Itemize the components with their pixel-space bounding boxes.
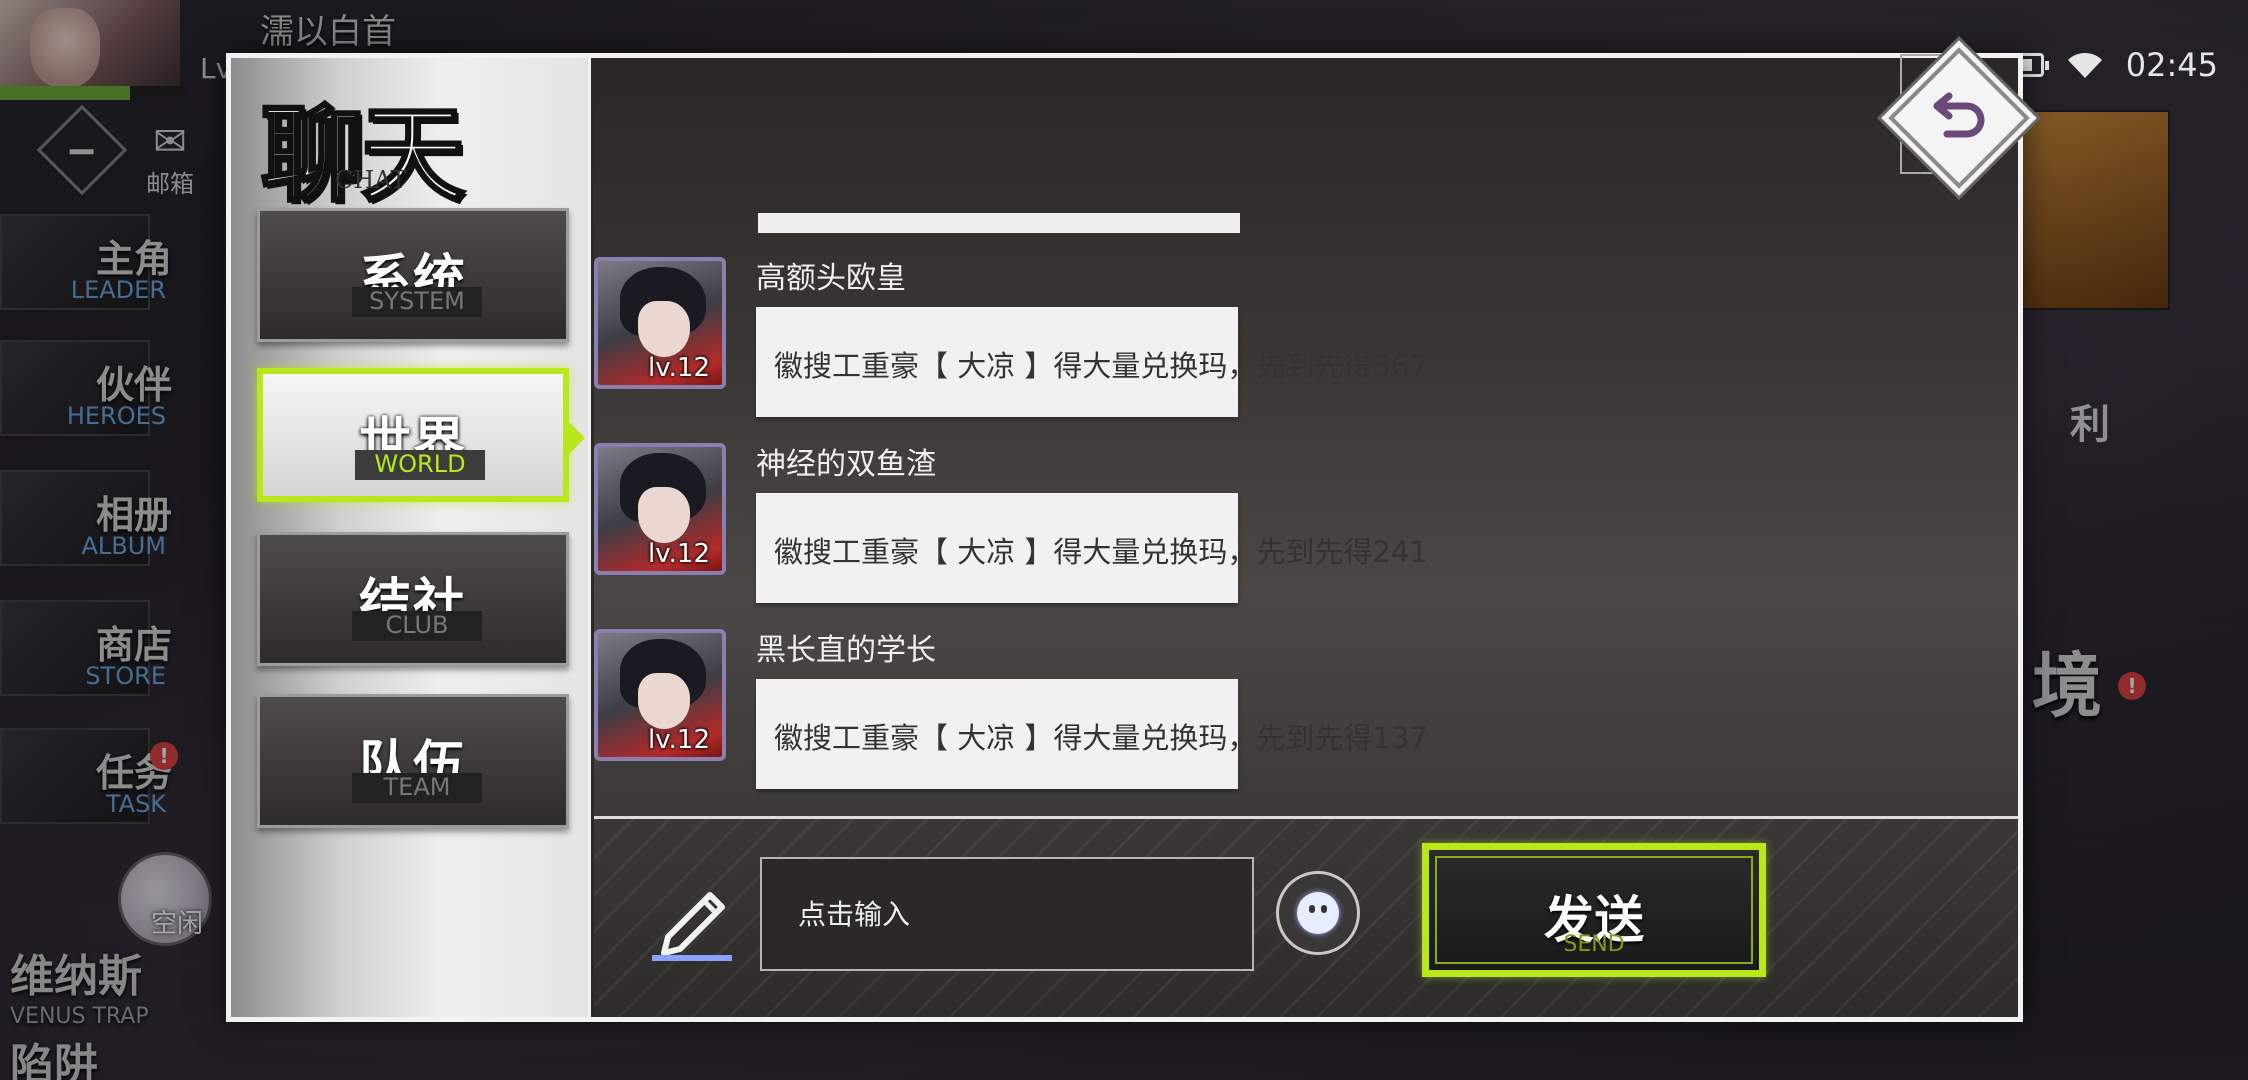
message-input[interactable] (762, 859, 1252, 969)
tab-club[interactable]: 结社 CLUB (257, 532, 569, 666)
message-bubble: 徽搜工重豪【 大凉 】得大量兑换玛，先到先得137 (756, 679, 1428, 789)
send-button[interactable]: 发送 SEND (1422, 843, 1766, 977)
avatar-face (638, 487, 690, 543)
pencil-icon (652, 892, 732, 961)
tab-team[interactable]: 队伍 TEAM (257, 694, 569, 828)
message-bubble: 徽搜工重豪【 大凉 】得大量兑换玛，先到先得567 (756, 307, 1428, 417)
tab-system[interactable]: 系统 SYSTEM (257, 208, 569, 342)
sender-level: lv.12 (648, 539, 710, 569)
return-arrow-icon (1933, 92, 1985, 138)
active-tab-pointer (569, 422, 585, 454)
status-time: 02:45 (2125, 46, 2218, 84)
tab-label-en: CLUB (352, 611, 482, 641)
message-bubble: 徽搜工重豪【 大凉 】得大量兑换玛，先到先得241 (756, 493, 1428, 603)
sender-avatar[interactable]: lv.12 (594, 443, 726, 575)
chat-message: lv.12 高额头欧皇 徽搜工重豪【 大凉 】得大量兑换玛，先到先得567 (594, 257, 1494, 437)
sender-avatar[interactable]: lv.12 (594, 257, 726, 389)
wifi-icon (2066, 50, 2104, 80)
avatar-face (638, 673, 690, 729)
tab-label-en: SYSTEM (352, 287, 482, 317)
sender-name[interactable]: 黑长直的学长 (756, 625, 936, 669)
previous-message-bubble (758, 213, 1240, 233)
chat-message: lv.12 神经的双鱼渣 徽搜工重豪【 大凉 】得大量兑换玛，先到先得241 (594, 443, 1494, 623)
emoji-button[interactable] (1276, 871, 1360, 955)
smiley-icon (1297, 892, 1339, 934)
sender-name[interactable]: 神经的双鱼渣 (756, 439, 936, 483)
sender-avatar[interactable]: lv.12 (594, 629, 726, 761)
sender-level: lv.12 (648, 353, 710, 383)
message-input-field[interactable] (760, 857, 1254, 971)
send-label-en: SEND (1563, 932, 1625, 957)
chat-sidebar: 聊天 CHAT 系统 SYSTEM 世界 WORLD 结社 CLUB 队伍 TE… (231, 58, 591, 1017)
chat-title-en: CHAT (335, 166, 407, 194)
sender-name[interactable]: 高额头欧皇 (756, 253, 906, 297)
avatar-face (638, 301, 690, 357)
tab-label-en: WORLD (355, 450, 485, 480)
back-button[interactable] (1871, 30, 2047, 206)
chat-input-bar: 发送 SEND (594, 816, 2018, 1017)
sender-level: lv.12 (648, 725, 710, 755)
chat-message: lv.12 黑长直的学长 徽搜工重豪【 大凉 】得大量兑换玛，先到先得137 (594, 629, 1494, 809)
tab-world[interactable]: 世界 WORLD (257, 368, 569, 502)
tab-label-en: TEAM (352, 773, 482, 803)
chat-title: 聊天 (259, 92, 466, 218)
